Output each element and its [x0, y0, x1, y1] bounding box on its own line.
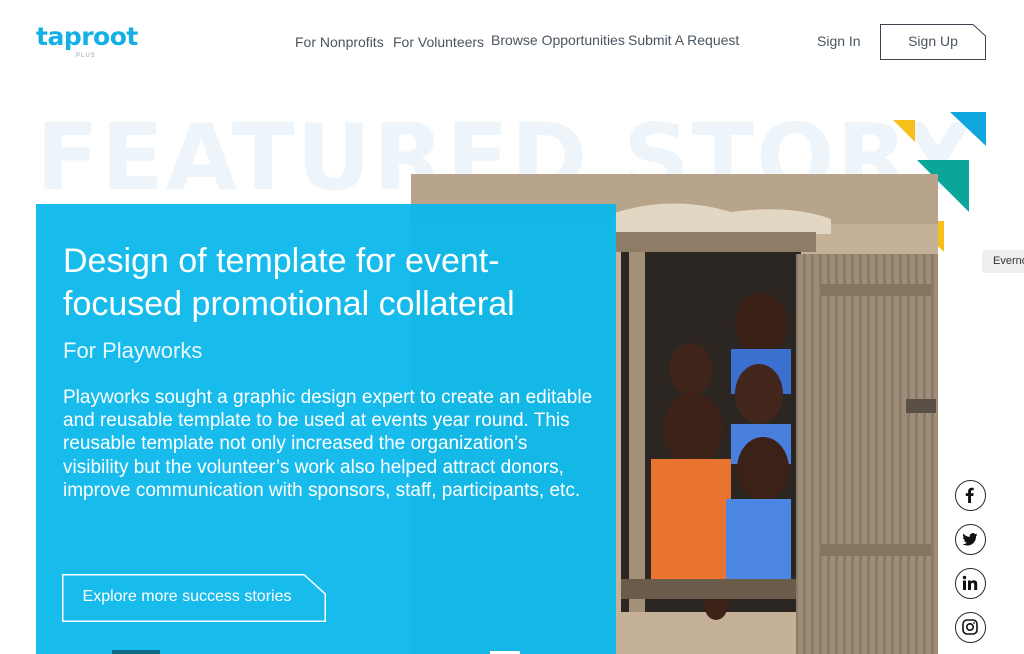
linkedin-icon — [962, 575, 978, 590]
nav-for-volunteers[interactable]: For Volunteers — [393, 34, 484, 50]
explore-success-stories-button[interactable]: Explore more success stories — [62, 574, 326, 622]
twitter-link[interactable] — [955, 524, 986, 555]
taproot-logo[interactable]: taproot PLUS — [36, 22, 146, 62]
story-title: Design of template for event-focused pro… — [63, 242, 515, 323]
explore-button-label: Explore more success stories — [82, 588, 292, 605]
site-header: taproot PLUS For Nonprofits For Voluntee… — [0, 0, 1024, 80]
nav-browse-opportunities[interactable]: Browse Opportunities — [491, 32, 625, 48]
logo-subtext: PLUS — [76, 53, 96, 59]
facebook-link[interactable] — [955, 480, 986, 511]
instagram-icon — [962, 619, 978, 635]
nav-submit-a-request[interactable]: Submit A Request — [628, 32, 739, 48]
facebook-icon — [965, 487, 974, 503]
sign-in-link[interactable]: Sign In — [817, 33, 861, 49]
featured-story-card: Design of template for event-focused pro… — [36, 204, 616, 654]
nav-for-nonprofits[interactable]: For Nonprofits — [295, 34, 384, 50]
twitter-icon — [962, 533, 978, 546]
sign-up-label: Sign Up — [908, 33, 958, 49]
yellow-triangle-decoration — [893, 120, 915, 142]
story-description: Playworks sought a graphic design expert… — [63, 387, 593, 501]
sign-up-button[interactable]: Sign Up — [880, 24, 986, 60]
instagram-link[interactable] — [955, 612, 986, 643]
story-organization: For Playworks — [63, 338, 203, 363]
linkedin-link[interactable] — [955, 568, 986, 599]
card-bottom-accent — [112, 650, 160, 654]
logo-wordmark: taproot — [36, 22, 138, 51]
evernote-clipper-tab[interactable]: Everno — [982, 250, 1024, 273]
blue-triangle-decoration — [950, 112, 986, 146]
